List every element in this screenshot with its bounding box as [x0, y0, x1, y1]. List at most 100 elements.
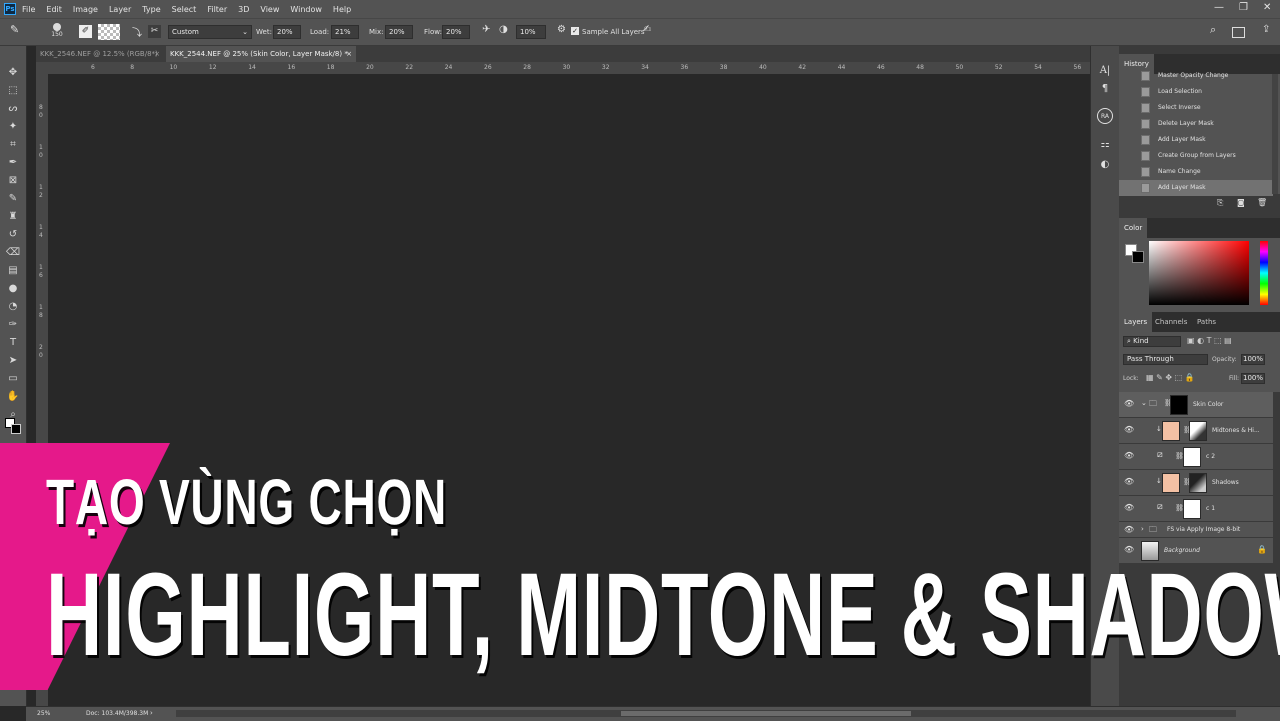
zoom-level[interactable]: 25% — [37, 710, 50, 717]
menu-edit[interactable]: Edit — [46, 5, 62, 14]
chevron-right-icon[interactable]: › — [150, 709, 153, 717]
history-item[interactable]: Load Selection — [1119, 84, 1273, 100]
menu-image[interactable]: Image — [73, 5, 98, 14]
history-item[interactable]: Add Layer Mask — [1119, 180, 1273, 196]
tab-color[interactable]: Color — [1119, 218, 1148, 238]
fill-thumbnail[interactable] — [1162, 473, 1180, 493]
frame-icon[interactable]: ⊠ — [5, 172, 21, 188]
history-scrollbar[interactable] — [1272, 74, 1278, 194]
current-load-swatch[interactable] — [98, 24, 120, 40]
eye-icon[interactable]: 👁 — [1124, 399, 1134, 408]
menu-help[interactable]: Help — [333, 5, 351, 14]
layer-mask-thumbnail[interactable] — [1183, 447, 1201, 467]
marquee-icon[interactable]: ⬚ — [5, 82, 21, 98]
tab-paths[interactable]: Paths — [1192, 312, 1221, 332]
flow-field[interactable]: 20% — [442, 25, 470, 39]
tab-layers[interactable]: Layers — [1119, 312, 1153, 332]
chevron-down-icon[interactable]: ⌄ — [1141, 399, 1147, 407]
brush-settings-icon[interactable]: ✐ — [79, 25, 92, 38]
camera-icon[interactable]: ◙ — [1237, 198, 1245, 207]
load-field[interactable]: 21% — [331, 25, 359, 39]
layer-row[interactable]: 👁 › 🗀 FS via Apply Image 8-bit — [1119, 522, 1273, 538]
path-select-icon[interactable]: ➤ — [5, 352, 21, 368]
hand-icon[interactable]: ✋ — [5, 388, 21, 404]
color-bg-swatch[interactable] — [1132, 251, 1144, 263]
color-spectrum-field[interactable] — [1149, 241, 1249, 305]
eye-icon[interactable]: 👁 — [1124, 451, 1134, 460]
eye-icon[interactable]: 👁 — [1124, 425, 1134, 434]
paragraph-panel-icon[interactable]: ¶ — [1097, 80, 1113, 96]
mix-field[interactable]: 20% — [385, 25, 413, 39]
move-icon[interactable]: ✥ — [5, 64, 21, 80]
document-tab-active[interactable]: KKK_2544.NEF @ 25% (Skin Color, Layer Ma… — [166, 46, 356, 62]
horizontal-scrollbar[interactable] — [176, 710, 1236, 717]
layer-row[interactable]: 👁 ⧄ ⛓ c 1 — [1119, 496, 1273, 522]
close-icon[interactable]: ✕ — [1263, 2, 1271, 13]
eye-icon[interactable]: 👁 — [1124, 477, 1134, 486]
layer-mask-thumbnail[interactable] — [1189, 421, 1207, 441]
stamp-icon[interactable]: ♜ — [5, 208, 21, 224]
history-item[interactable]: Add Layer Mask — [1119, 132, 1273, 148]
history-item[interactable]: Name Change — [1119, 164, 1273, 180]
eye-icon[interactable]: 👁 — [1124, 503, 1134, 512]
blur-icon[interactable]: ● — [5, 280, 21, 296]
minimize-icon[interactable]: — — [1214, 2, 1224, 13]
type-icon[interactable]: T — [5, 334, 21, 350]
channels-panel-icon[interactable]: ⚏ — [1097, 136, 1113, 152]
brush-icon[interactable]: ✎ — [5, 190, 21, 206]
magic-wand-icon[interactable]: ✦ — [5, 118, 21, 134]
menu-layer[interactable]: Layer — [109, 5, 131, 14]
doc-size[interactable]: Doc: 103.4M/398.3M — [86, 710, 148, 717]
close-tab-icon[interactable]: × — [154, 46, 160, 62]
mixer-brush-tool-icon[interactable]: ✎ — [10, 23, 19, 37]
pressure-icon[interactable]: ✍ — [643, 24, 651, 38]
history-item[interactable]: Create Group from Layers — [1119, 148, 1273, 164]
kind-filter-select[interactable]: ⌕ Kind — [1123, 336, 1181, 347]
close-tab-icon[interactable]: × — [346, 46, 352, 62]
fill-thumbnail[interactable] — [1162, 421, 1180, 441]
airbrush-icon[interactable]: ✈ — [482, 24, 490, 38]
blend-mode-select[interactable]: Pass Through — [1123, 354, 1208, 365]
trash-icon[interactable]: 🗑 — [1257, 198, 1267, 207]
menu-filter[interactable]: Filter — [207, 5, 227, 14]
eyedropper-icon[interactable]: ✒ — [5, 154, 21, 170]
history-item[interactable]: Master Opacity Change — [1119, 68, 1273, 84]
menu-type[interactable]: Type — [142, 5, 160, 14]
load-brush-icon[interactable]: ⤵ — [132, 24, 142, 39]
actions-panel-icon[interactable]: RA — [1097, 108, 1113, 124]
layer-row[interactable]: 👁 ⧄ ⛓ c 2 — [1119, 444, 1273, 470]
crop-icon[interactable]: ⌗ — [5, 136, 21, 152]
photoshop-logo-icon[interactable]: Ps — [4, 3, 16, 15]
brush-preset-picker[interactable]: 150 — [48, 22, 66, 40]
filter-icons[interactable]: ▣ ◐ T ⬚ ▤ — [1187, 336, 1232, 345]
preset-select[interactable]: Custom ⌄ — [168, 25, 252, 39]
layer-row[interactable]: 👁 ⌄ 🗀 ⛓ Skin Color — [1119, 392, 1273, 418]
layer-row[interactable]: 👁 ↓ ⛓ Shadows — [1119, 470, 1273, 496]
history-item[interactable]: Select Inverse — [1119, 100, 1273, 116]
fill-field[interactable]: 100% — [1241, 373, 1265, 384]
workspace-icon[interactable] — [1232, 27, 1245, 38]
eye-icon[interactable]: 👁 — [1124, 525, 1134, 534]
background-color-swatch[interactable] — [11, 424, 21, 434]
sample-all-checkbox[interactable]: ✓ — [571, 27, 579, 35]
layer-row[interactable]: 👁 ↓ ⛓ Midtones & Hi... — [1119, 418, 1273, 444]
angle-icon[interactable]: ◑ — [499, 24, 508, 38]
tab-channels[interactable]: Channels — [1150, 312, 1192, 332]
layer-mask-thumbnail[interactable] — [1183, 499, 1201, 519]
search-icon[interactable]: ⌕ — [1210, 23, 1216, 37]
layer-mask-thumbnail[interactable] — [1170, 395, 1188, 415]
document-tab[interactable]: KKK_2546.NEF @ 12.5% (RGB/8*) × — [36, 46, 164, 62]
menu-view[interactable]: View — [260, 5, 279, 14]
character-panel-icon[interactable]: A| — [1097, 62, 1113, 78]
gear-icon[interactable]: ⚙ — [557, 24, 566, 38]
scrollbar-thumb[interactable] — [621, 711, 911, 716]
rectangle-icon[interactable]: ▭ — [5, 370, 21, 386]
eraser-icon[interactable]: ⌫ — [5, 244, 21, 260]
menu-file[interactable]: File — [22, 5, 35, 14]
share-icon[interactable]: ⇪ — [1262, 24, 1270, 38]
opacity-field[interactable]: 100% — [1241, 354, 1265, 365]
adjustments-panel-icon[interactable]: ◐ — [1097, 156, 1113, 172]
menu-3d[interactable]: 3D — [238, 5, 249, 14]
pen-icon[interactable]: ✑ — [5, 316, 21, 332]
history-item[interactable]: Delete Layer Mask — [1119, 116, 1273, 132]
